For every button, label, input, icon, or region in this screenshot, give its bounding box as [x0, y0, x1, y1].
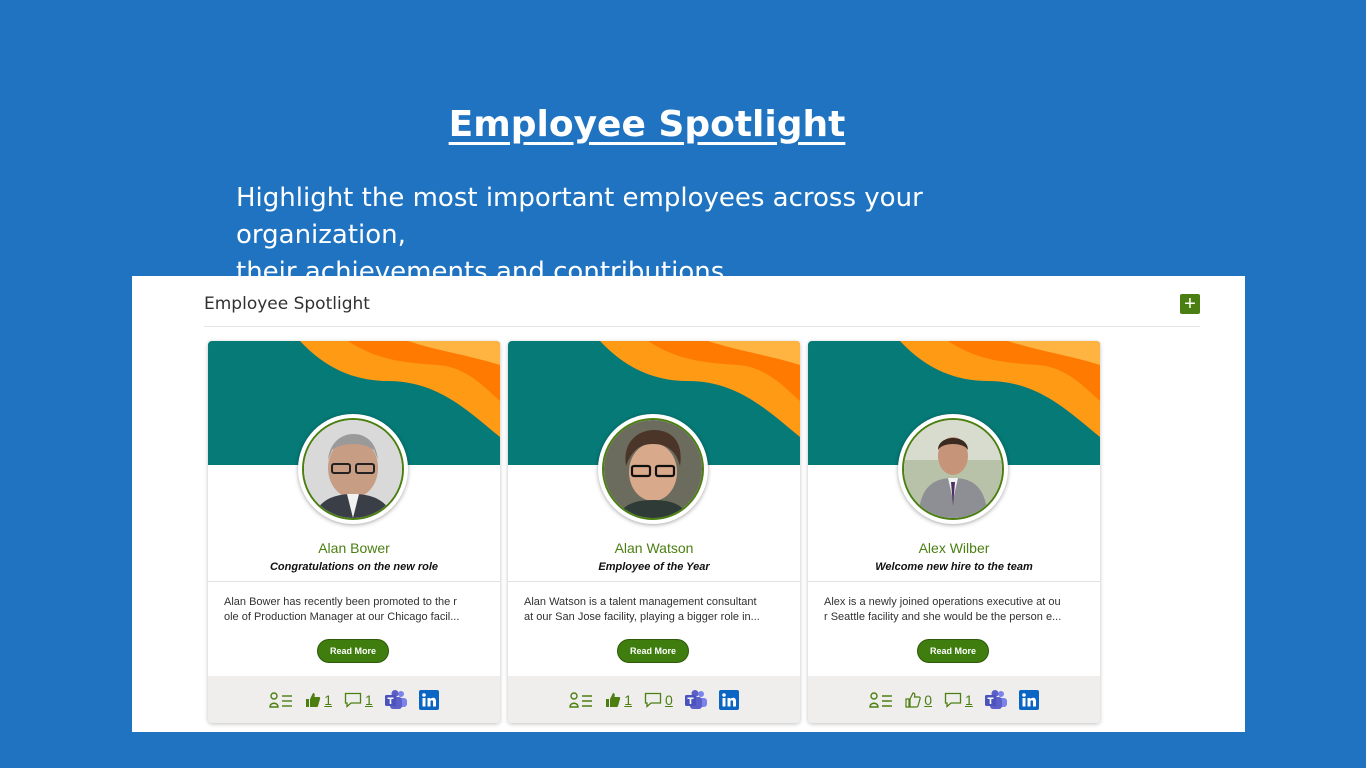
employee-avatar[interactable] — [298, 414, 408, 524]
linkedin-icon — [1018, 689, 1039, 710]
add-button[interactable]: + — [1180, 294, 1200, 314]
like-count: 1 — [624, 691, 632, 708]
comment-count: 1 — [365, 691, 373, 708]
employee-subtitle: Employee of the Year — [598, 561, 710, 573]
employee-subtitle: Congratulations on the new role — [269, 561, 439, 573]
employee-description: Alan Bower has recently been promoted to… — [224, 595, 486, 625]
comment-count: 1 — [965, 691, 973, 708]
profile-list-button[interactable] — [569, 691, 593, 708]
linkedin-button[interactable] — [718, 689, 739, 710]
avatar-photo — [902, 418, 1004, 520]
employee-subtitle: Welcome new hire to the team — [875, 561, 1033, 573]
description-line1: Alex is a newly joined operations execut… — [824, 596, 1061, 608]
employee-description: Alan Watson is a talent management consu… — [524, 595, 786, 625]
hero-subtitle-line1: Highlight the most important employees a… — [236, 183, 923, 250]
employee-card: Alan Watson Employee of the Year Alan Wa… — [508, 341, 800, 723]
description-line1: Alan Watson is a talent management consu… — [524, 596, 757, 608]
like-count: 1 — [324, 691, 332, 708]
thumbs-up-outline-icon — [905, 691, 921, 708]
avatar-photo — [302, 418, 404, 520]
teams-icon — [384, 689, 407, 709]
comment-icon — [344, 692, 362, 708]
profile-list-button[interactable] — [869, 691, 893, 708]
employee-name[interactable]: Alex Wilber — [808, 540, 1100, 556]
linkedin-button[interactable] — [418, 689, 439, 710]
comment-button[interactable]: 1 — [944, 692, 973, 708]
card-footer: 1 0 — [508, 676, 800, 723]
card-footer: 1 1 — [208, 676, 500, 723]
description-line1: Alan Bower has recently been promoted to… — [224, 596, 457, 608]
description-line2: r Seattle facility and she would be the … — [824, 611, 1062, 623]
description-line2: at our San Jose facility, playing a bigg… — [524, 611, 760, 623]
teams-button[interactable] — [984, 689, 1007, 710]
comment-button[interactable]: 1 — [344, 692, 373, 708]
like-button[interactable]: 0 — [905, 692, 932, 708]
linkedin-button[interactable] — [1018, 689, 1039, 710]
avatar-photo — [602, 418, 704, 520]
card-divider — [208, 581, 500, 582]
comment-button[interactable]: 0 — [644, 692, 673, 708]
hero-title-text: Employee Spotlight — [448, 104, 846, 145]
like-button[interactable]: 1 — [605, 692, 632, 708]
spotlight-panel: Employee Spotlight + Alan Bower Congratu… — [132, 276, 1245, 732]
profile-list-icon — [269, 691, 293, 708]
read-more-button[interactable]: Read More — [317, 639, 389, 663]
hero-subtitle: Highlight the most important employees a… — [236, 180, 1096, 291]
employee-description: Alex is a newly joined operations execut… — [824, 595, 1086, 625]
employee-avatar[interactable] — [598, 414, 708, 524]
like-count: 0 — [924, 691, 932, 708]
read-more-button[interactable]: Read More — [617, 639, 689, 663]
teams-icon — [684, 689, 707, 709]
like-button[interactable]: 1 — [305, 692, 332, 708]
linkedin-icon — [418, 689, 439, 710]
employee-name[interactable]: Alan Watson — [508, 540, 800, 556]
description-line2: ole of Production Manager at our Chicago… — [224, 611, 460, 623]
hero-title: Employee Spotlight — [0, 104, 1294, 145]
linkedin-icon — [718, 689, 739, 710]
teams-icon — [984, 689, 1007, 709]
teams-button[interactable] — [684, 689, 707, 710]
employee-card: Alan Bower Congratulations on the new ro… — [208, 341, 500, 723]
comment-count: 0 — [665, 691, 673, 708]
thumbs-up-icon — [306, 692, 321, 707]
card-footer: 0 1 — [808, 676, 1100, 723]
card-divider — [508, 581, 800, 582]
teams-button[interactable] — [384, 689, 407, 710]
panel-title: Employee Spotlight — [204, 294, 370, 314]
read-more-button[interactable]: Read More — [917, 639, 989, 663]
employee-name[interactable]: Alan Bower — [208, 540, 500, 556]
panel-header: Employee Spotlight + — [204, 290, 1200, 327]
profile-list-icon — [869, 691, 893, 708]
profile-list-icon — [569, 691, 593, 708]
card-divider — [808, 581, 1100, 582]
thumbs-up-icon — [606, 692, 621, 707]
employee-avatar[interactable] — [898, 414, 1008, 524]
employee-card: Alex Wilber Welcome new hire to the team… — [808, 341, 1100, 723]
comment-icon — [944, 692, 962, 708]
profile-list-button[interactable] — [269, 691, 293, 708]
comment-icon — [644, 692, 662, 708]
